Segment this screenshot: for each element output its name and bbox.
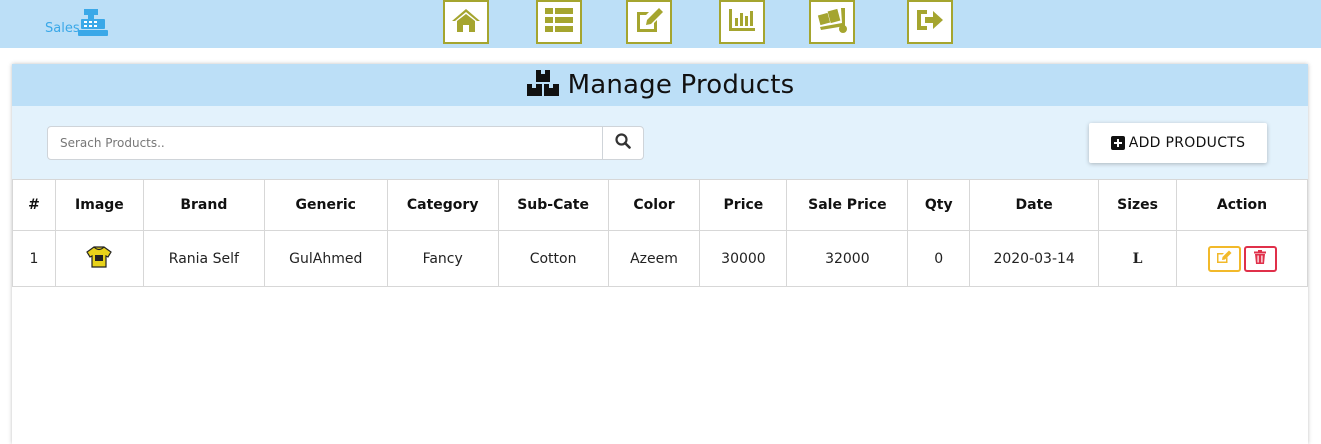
qty-cell: 0 [907, 230, 971, 287]
edit-product-button[interactable] [1207, 245, 1241, 272]
column-header: Qty [907, 179, 971, 231]
edit-icon [634, 6, 664, 38]
column-header: Generic [263, 179, 388, 231]
table-row: 1 Rania Self GulAhmed Fancy Cotton Azeem [12, 230, 1308, 287]
cash-register-icon [78, 9, 108, 41]
nav-list-button[interactable] [536, 0, 582, 44]
column-header: # [12, 179, 56, 231]
add-products-button[interactable]: ADD PRODUCTS [1089, 123, 1267, 163]
column-header: Action [1176, 179, 1308, 231]
edit-icon [1216, 250, 1232, 268]
search-icon [615, 133, 631, 153]
products-toolbar: ADD PRODUCTS [12, 106, 1308, 179]
products-table: # Image Brand Generic Category Sub-Cate … [12, 179, 1308, 287]
delete-product-button[interactable] [1243, 245, 1277, 272]
sub-category-cell: Cotton [497, 230, 609, 287]
column-header: Date [969, 179, 1100, 231]
column-header: Price [699, 179, 788, 231]
sign-out-icon [915, 7, 945, 37]
brand-text: Sales [45, 21, 80, 36]
search-button[interactable] [602, 127, 643, 159]
column-header: Sub-Cate [497, 179, 609, 231]
page-title: Manage Products [567, 70, 795, 100]
product-thumbnail[interactable] [86, 245, 113, 272]
dolly-icon [815, 6, 849, 38]
table-header-row: # Image Brand Generic Category Sub-Cate … [12, 179, 1308, 231]
plus-square-icon [1110, 136, 1125, 150]
panel-header: Manage Products [12, 64, 1308, 106]
nav-home-button[interactable] [443, 0, 489, 44]
sizes-cell: L [1098, 230, 1178, 287]
brand-cell: Rania Self [142, 230, 265, 287]
nav-logout-button[interactable] [907, 0, 953, 44]
boxes-icon [526, 69, 560, 101]
list-icon [544, 7, 574, 37]
column-header: Image [54, 179, 144, 231]
column-header: Brand [142, 179, 265, 231]
row-number: 1 [12, 230, 56, 287]
category-cell: Fancy [386, 230, 499, 287]
product-image-cell [54, 230, 144, 287]
date-cell: 2020-03-14 [969, 230, 1100, 287]
color-cell: Azeem [607, 230, 701, 287]
price-cell: 30000 [699, 230, 788, 287]
trash-icon [1254, 249, 1266, 268]
generic-cell: GulAhmed [263, 230, 388, 287]
search-input[interactable] [48, 127, 602, 159]
top-navbar: Sales [0, 0, 1321, 48]
column-header: Sale Price [786, 179, 909, 231]
nav-stock-button[interactable] [809, 0, 855, 44]
home-icon [451, 7, 481, 37]
manage-products-panel: Manage Products ADD [12, 64, 1308, 444]
search-box [47, 126, 644, 160]
add-products-label: ADD PRODUCTS [1128, 135, 1246, 151]
nav-reports-button[interactable] [719, 0, 765, 44]
nav-edit-button[interactable] [626, 0, 672, 44]
chart-icon [727, 7, 757, 37]
column-header: Color [607, 179, 701, 231]
sale-price-cell: 32000 [786, 230, 909, 287]
column-header: Sizes [1098, 179, 1178, 231]
column-header: Category [386, 179, 499, 231]
action-cell [1176, 230, 1308, 287]
